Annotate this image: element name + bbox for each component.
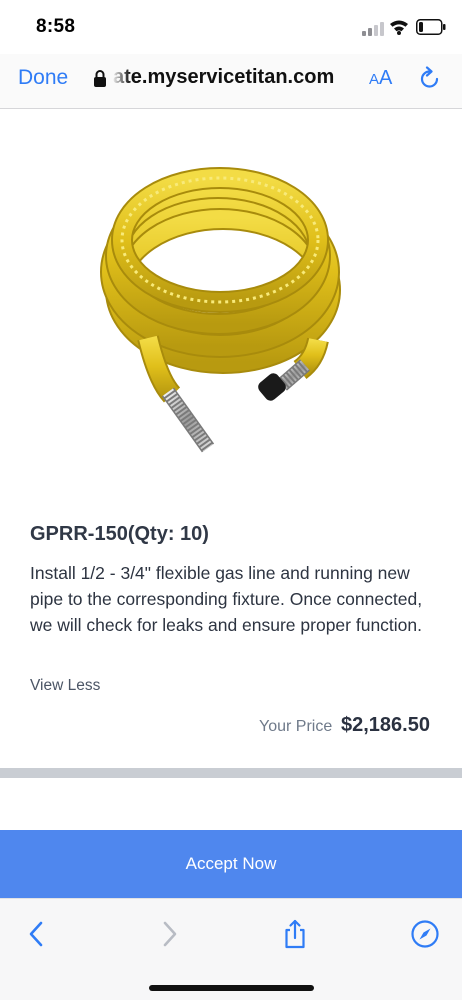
url-fade: [112, 64, 130, 92]
status-bar: 8:58: [0, 0, 462, 54]
battery-icon: [416, 19, 446, 35]
browser-address-bar: Done ate.myservicetitan.com AA: [0, 54, 462, 109]
accept-now-button[interactable]: Accept Now: [0, 830, 462, 898]
reader-small-a: A: [369, 71, 380, 88]
browser-toolbar: [0, 898, 462, 1000]
status-time: 8:58: [36, 16, 76, 37]
price-value: $2,186.50: [341, 714, 430, 736]
product-title: GPRR-150(Qty: 10): [30, 523, 209, 545]
section-divider: [0, 768, 462, 778]
gas-line-coil-image: [100, 167, 341, 453]
reload-icon[interactable]: [418, 66, 442, 92]
reader-view-button[interactable]: AA: [369, 67, 392, 90]
url-field[interactable]: ate.myservicetitan.com: [113, 66, 353, 89]
forward-icon[interactable]: [154, 919, 184, 949]
lock-icon: [94, 70, 106, 87]
reader-large-a: A: [379, 67, 393, 89]
price-label: Your Price: [259, 718, 333, 735]
cellular-signal-icon: [362, 22, 384, 36]
home-indicator: [149, 985, 314, 991]
product-description: Install 1/2 - 3/4" flexible gas line and…: [30, 563, 423, 635]
view-less-link[interactable]: View Less: [30, 677, 100, 695]
back-icon[interactable]: [22, 919, 52, 949]
done-button[interactable]: Done: [18, 66, 68, 90]
share-icon[interactable]: [280, 919, 310, 949]
wifi-icon: [390, 20, 408, 35]
compass-icon[interactable]: [410, 919, 440, 949]
